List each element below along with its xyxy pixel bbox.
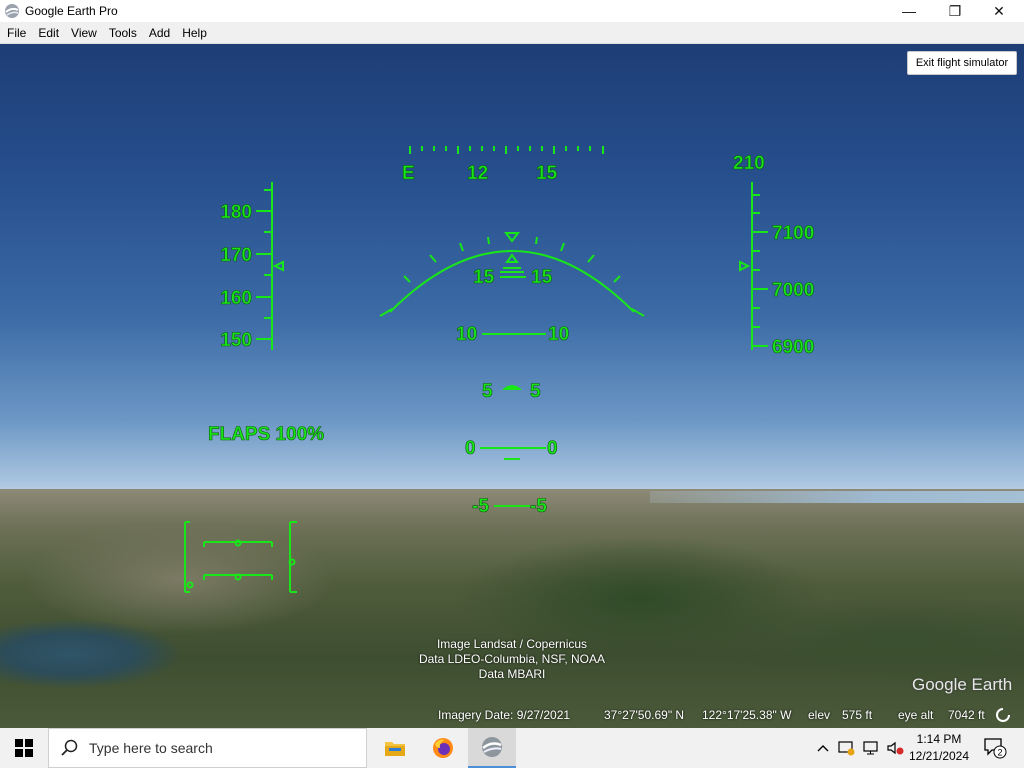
firefox-icon — [433, 738, 453, 758]
chevron-up-icon — [817, 745, 829, 752]
google-earth-icon — [482, 737, 502, 757]
network-tray-button[interactable] — [860, 728, 882, 768]
network-icon — [863, 741, 878, 755]
clock-time: 1:14 PM — [916, 732, 962, 746]
volume-tray-button[interactable] — [884, 728, 906, 768]
attribution-line: Image Landsat / Copernicus — [436, 637, 588, 651]
speed-label-180: 180 — [220, 202, 252, 223]
pitch-label-5-right: 5 — [530, 381, 541, 402]
flight-hud: E 12 15 180 170 160 150 210 7100 7000 69… — [184, 146, 815, 593]
pitch-label-15-right: 15 — [531, 267, 553, 288]
exit-flight-simulator-button[interactable]: Exit flight simulator — [907, 51, 1017, 75]
latitude: 37°27'50.69" N — [604, 708, 685, 722]
elevation-label: elev — [808, 708, 831, 722]
speed-label-170: 170 — [220, 245, 252, 266]
longitude: 122°17'25.38" W — [702, 708, 792, 722]
heading-label-12: 12 — [467, 163, 488, 184]
taskbar-clock[interactable]: 1:14 PM 12/21/2024 — [905, 731, 973, 765]
pitch-label-15-left: 15 — [473, 267, 495, 288]
pitch-label-neg5-right: -5 — [530, 496, 547, 517]
show-hidden-icons-button[interactable] — [812, 728, 834, 768]
pitch-label-0-left: 0 — [465, 438, 476, 459]
attribution-line: Data LDEO-Columbia, NSF, NOAA — [418, 652, 606, 666]
security-tray-button[interactable] — [836, 728, 858, 768]
file-explorer-taskbar-button[interactable] — [371, 728, 419, 768]
altitude-label-7100: 7100 — [772, 223, 814, 244]
speed-label-150: 150 — [220, 330, 252, 351]
heading-label-15: 15 — [536, 163, 558, 184]
volume-muted-icon — [887, 741, 904, 755]
pitch-label-10-right: 10 — [548, 324, 569, 345]
altitude-label-7000: 7000 — [772, 280, 814, 301]
google-earth-taskbar-button[interactable] — [468, 728, 516, 768]
eye-altitude-value: 7042 ft — [948, 708, 985, 722]
pitch-label-5-left: 5 — [482, 381, 493, 402]
taskbar: Type here to search 1:14 PM 12/21/2024 2 — [0, 728, 1024, 768]
windows-logo-icon — [15, 739, 33, 757]
altitude-top-label: 210 — [733, 153, 765, 174]
flaps-indicator: FLAPS 100% — [208, 424, 324, 445]
folder-icon — [385, 742, 405, 756]
security-warning-icon — [838, 741, 855, 756]
notification-icon: 2 — [984, 738, 1007, 759]
notification-count: 2 — [997, 748, 1002, 758]
firefox-taskbar-button[interactable] — [419, 728, 467, 768]
attribution-line: Data MBARI — [478, 667, 546, 681]
imagery-attribution: Image Landsat / Copernicus Data LDEO-Col… — [390, 637, 634, 682]
streaming-spinner-icon — [996, 708, 1010, 722]
eye-altitude-label: eye alt — [898, 708, 934, 722]
clock-date: 12/21/2024 — [908, 749, 970, 763]
elevation-value: 575 ft — [842, 708, 873, 722]
start-button[interactable] — [0, 728, 48, 768]
altitude-label-6900: 6900 — [772, 337, 814, 358]
pitch-label-10-left: 10 — [456, 324, 477, 345]
taskbar-search-box[interactable]: Type here to search — [48, 728, 367, 768]
imagery-date: Imagery Date: 9/27/2021 — [438, 708, 571, 722]
search-icon — [61, 739, 78, 756]
google-earth-logo: Google Earth — [912, 675, 1013, 694]
pitch-label-0-right: 0 — [547, 438, 558, 459]
heading-label-e: E — [402, 163, 415, 184]
pitch-label-neg5-left: -5 — [472, 496, 489, 517]
notifications-button[interactable]: 2 — [980, 728, 1010, 768]
search-placeholder: Type here to search — [89, 740, 213, 756]
speed-label-160: 160 — [220, 288, 252, 309]
